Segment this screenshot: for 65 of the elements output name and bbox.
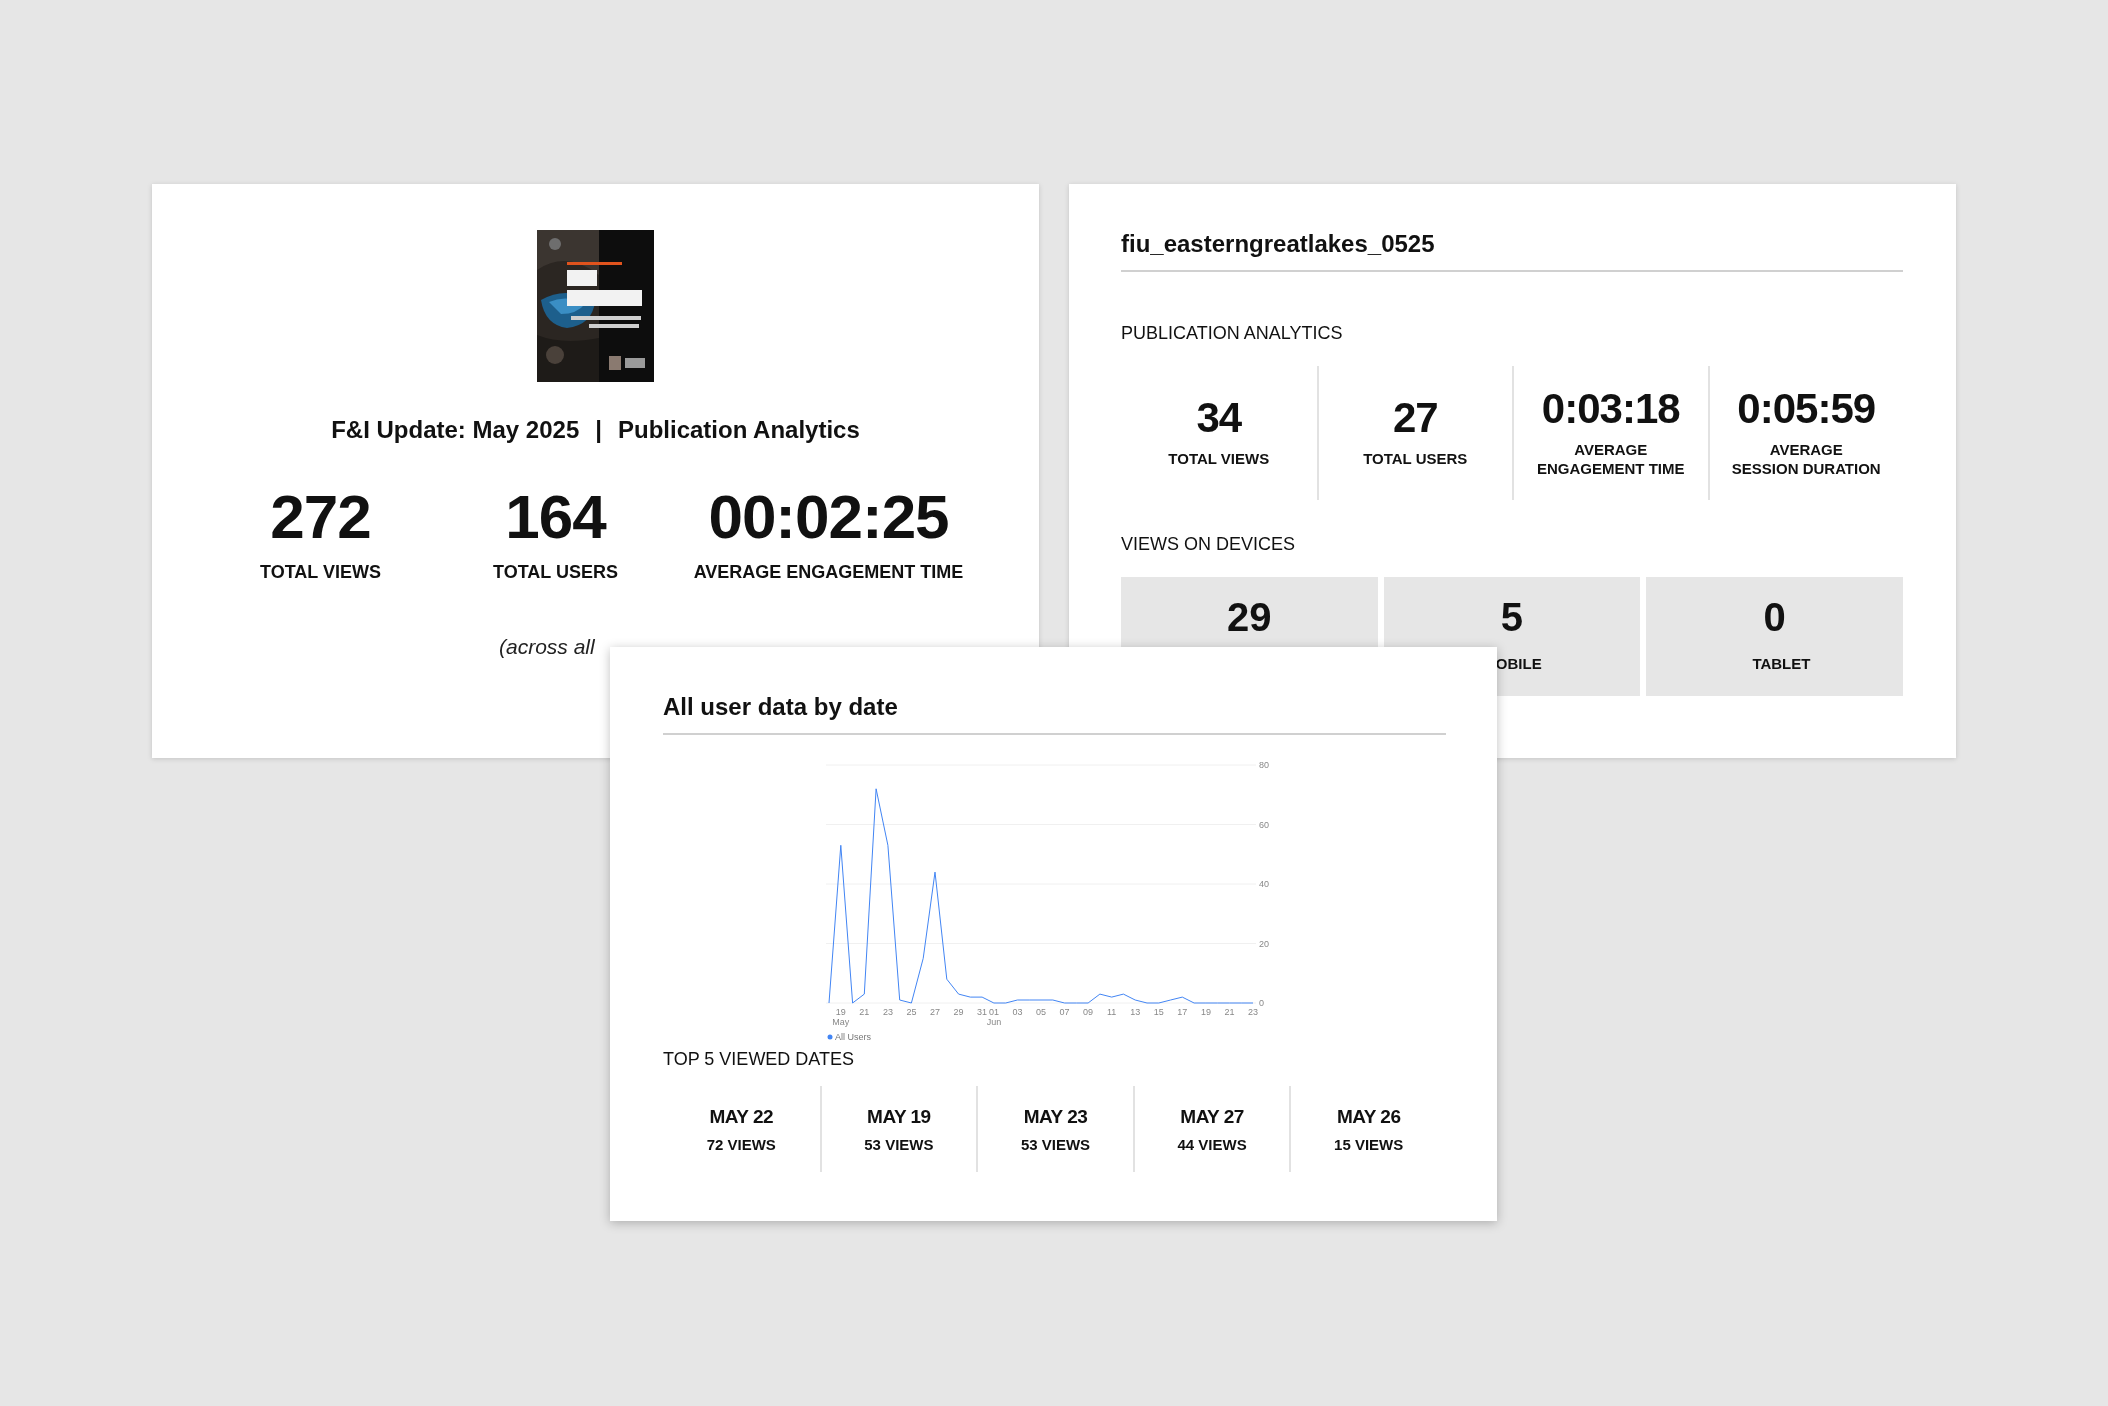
date-views: 44 VIEWS [1177, 1135, 1247, 1153]
section-heading: VIEWS ON DEVICES [1121, 534, 1297, 555]
axis-tick-label: 17 [1177, 1007, 1188, 1017]
axis-tick-label: May [832, 1017, 850, 1027]
axis-tick-label: 80 [1259, 760, 1269, 770]
axis-tick-label: 03 [1012, 1007, 1023, 1017]
stat-value: 0:03:18 [1541, 387, 1680, 430]
axis-tick-label: 19 [835, 1007, 846, 1017]
stat-label: TOTAL VIEWS [1168, 449, 1270, 469]
stat-label: AVERAGE SESSION DURATION [1731, 439, 1881, 479]
axis-tick-label: 27 [930, 1007, 940, 1017]
axis-tick-label: 21 [1224, 1007, 1235, 1017]
axis-tick-label: 31 [977, 1007, 988, 1017]
stat-label: TOTAL USERS [1363, 449, 1468, 469]
device-views: 29 [1227, 597, 1272, 637]
device-label: TABLET [1751, 655, 1811, 672]
date-label: MAY 23 [1023, 1105, 1088, 1128]
date-label: MAY 19 [867, 1105, 931, 1128]
device-views: 5 [1500, 597, 1524, 637]
axis-tick-label: 23 [882, 1007, 893, 1017]
axis-tick-label: 21 [859, 1007, 870, 1017]
axis-tick-label: 09 [1083, 1007, 1094, 1017]
axis-tick-label: 60 [1259, 819, 1269, 830]
stat-label: TOTAL VIEWS [260, 562, 381, 583]
legend-label: All Users [835, 1032, 871, 1042]
stat-value: 164 [505, 486, 606, 548]
stat-label: AVERAGE ENGAGEMENT TIME [693, 562, 964, 583]
stat-label: AVERAGE ENGAGEMENT TIME [1537, 439, 1685, 479]
date-label: MAY 27 [1180, 1105, 1244, 1128]
stat-label: TOTAL USERS [493, 562, 618, 583]
axis-tick-label: 19 [1200, 1007, 1211, 1017]
axis-tick-label: 01 [988, 1007, 999, 1017]
stat-value: 0:05:59 [1737, 387, 1876, 430]
axis-tick-label: 15 [1153, 1007, 1164, 1017]
axis-tick-label: 25 [906, 1007, 917, 1017]
file-title: fiu_easterngreatlakes_0525 [1121, 230, 1903, 272]
axis-tick-label: 29 [953, 1007, 964, 1017]
axis-tick-label: 05 [1036, 1007, 1046, 1017]
stat-value: 272 [270, 486, 371, 548]
section-heading: TOP 5 VIEWED DATES [663, 1049, 856, 1070]
axis-tick-label: 20 [1259, 938, 1269, 949]
date-views: 53 VIEWS [1020, 1135, 1091, 1153]
note-text: (across all [499, 635, 595, 659]
axis-tick-label: 13 [1130, 1007, 1141, 1017]
axis-tick-label: 0 [1259, 998, 1264, 1008]
axis-tick-label: 23 [1248, 1007, 1258, 1017]
axis-tick-label: 07 [1059, 1007, 1070, 1017]
title-separator: | [595, 416, 602, 444]
date-views: 53 VIEWS [864, 1135, 934, 1153]
stat-value: 27 [1392, 397, 1438, 440]
stat-value: 34 [1196, 397, 1242, 440]
card-title: All user data by date [663, 693, 1446, 735]
date-views: 72 VIEWS [706, 1135, 776, 1153]
axis-tick-label: Jun [986, 1017, 1002, 1027]
stat-value: 00:02:25 [708, 486, 949, 548]
publication-title: F&I Update: May 2025 [331, 416, 580, 444]
date-views: 15 VIEWS [1334, 1135, 1404, 1153]
date-label: MAY 26 [1336, 1105, 1401, 1128]
date-label: MAY 22 [709, 1105, 774, 1128]
device-views: 0 [1763, 597, 1786, 637]
axis-tick-label: 11 [1107, 1007, 1117, 1017]
publication-subtitle: Publication Analytics [618, 416, 860, 444]
axis-tick-label: 40 [1259, 879, 1269, 889]
section-heading: PUBLICATION ANALYTICS [1121, 323, 1344, 344]
device-label: OBILE [1494, 655, 1542, 672]
